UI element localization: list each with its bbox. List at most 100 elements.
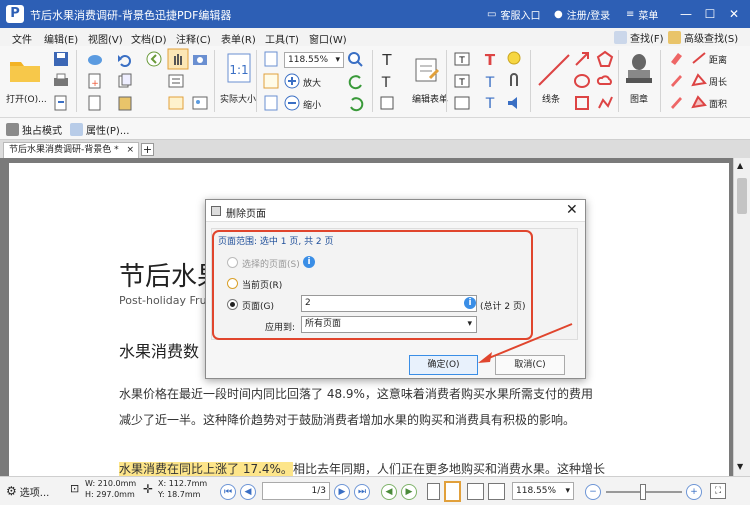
print-icon[interactable]: [52, 72, 70, 90]
edit-form-icon[interactable]: [413, 56, 441, 84]
facing-view-icon[interactable]: [467, 483, 484, 500]
minimize-button[interactable]: —: [676, 4, 696, 24]
menu-window[interactable]: 窗口(W): [309, 31, 347, 46]
distance-icon[interactable]: [691, 51, 707, 65]
save-icon[interactable]: [52, 50, 70, 68]
fit-visible-icon[interactable]: [262, 94, 280, 112]
underline-icon[interactable]: T: [481, 94, 499, 112]
highlight-icon[interactable]: [668, 94, 684, 110]
rotate-counterclockwise-icon[interactable]: [347, 95, 365, 113]
text-field-icon[interactable]: T: [453, 50, 471, 68]
ellipse-tool-icon[interactable]: [573, 72, 591, 90]
distance-label[interactable]: 距离: [709, 53, 727, 66]
ok-button[interactable]: 确定(O): [409, 355, 478, 375]
polyline-tool-icon[interactable]: [596, 94, 614, 112]
zoom-select[interactable]: 118.55% ▾: [284, 52, 344, 68]
line-label[interactable]: 线条: [542, 92, 560, 105]
strikeout-icon[interactable]: T: [481, 72, 499, 90]
stamp-label[interactable]: 图章: [630, 92, 648, 105]
menu-tools[interactable]: 工具(T): [265, 31, 299, 46]
zoom-status-select[interactable]: 118.55% ▾: [512, 482, 574, 500]
close-window-button[interactable]: ✕: [724, 4, 744, 24]
zoom-in-icon[interactable]: [284, 73, 300, 89]
zoom-slider-thumb[interactable]: [640, 484, 646, 500]
select-image-icon[interactable]: [167, 94, 185, 112]
area-label[interactable]: 面积: [709, 97, 727, 110]
forward-view-button[interactable]: ▶: [401, 484, 417, 500]
login-button[interactable]: ● 注册/登录: [554, 7, 610, 22]
back-icon[interactable]: [145, 50, 163, 68]
rotate-clockwise-icon[interactable]: [347, 73, 365, 91]
scrollbar-thumb[interactable]: [737, 178, 747, 214]
zoom-in-label[interactable]: 放大: [303, 76, 321, 89]
arrow-tool-icon[interactable]: [573, 50, 591, 68]
page-number-input[interactable]: 1/3: [262, 482, 330, 500]
menu-comment[interactable]: 注释(C): [176, 31, 211, 46]
menu-button[interactable]: ≡ 菜单: [626, 7, 658, 22]
zoom-in-status-button[interactable]: +: [686, 484, 702, 500]
area-icon[interactable]: [691, 95, 707, 109]
add-tab-button[interactable]: +: [141, 143, 154, 156]
back-view-button[interactable]: ◀: [381, 484, 397, 500]
menu-form[interactable]: 表单(R): [221, 31, 256, 46]
menu-edit[interactable]: 编辑(E): [44, 31, 78, 46]
paste-icon[interactable]: [116, 94, 134, 112]
actual-size-icon[interactable]: 1:1: [226, 52, 252, 84]
options-button[interactable]: ⚙ 选项...: [6, 483, 49, 499]
find-button[interactable]: 查找(F): [614, 29, 664, 45]
perimeter-label[interactable]: 周长: [709, 75, 727, 88]
document-icon[interactable]: [86, 94, 104, 112]
last-page-button[interactable]: ⏭: [354, 484, 370, 500]
dialog-close-button[interactable]: ✕: [566, 202, 578, 218]
tab-document[interactable]: 节后水果消费调研-背景色 * ×: [3, 142, 139, 158]
export-icon[interactable]: [52, 94, 70, 112]
eraser-icon[interactable]: [668, 50, 684, 66]
zoom-out-icon[interactable]: [284, 95, 300, 111]
previous-page-button[interactable]: ◀: [240, 484, 256, 500]
rectangle-tool-icon[interactable]: [573, 94, 591, 112]
actual-size-label[interactable]: 实际大小: [220, 92, 256, 105]
cloud-shape-icon[interactable]: [596, 72, 614, 90]
fullscreen-icon[interactable]: ⛶: [710, 483, 726, 499]
continuous-view-icon[interactable]: [444, 481, 461, 502]
edit-object-icon[interactable]: [378, 94, 396, 112]
pencil-icon[interactable]: [668, 72, 684, 88]
stamp-icon[interactable]: [624, 52, 654, 86]
maximize-button[interactable]: ☐: [700, 4, 720, 24]
customer-service-button[interactable]: ▭ 客服入口: [487, 7, 540, 22]
zoom-out-label[interactable]: 缩小: [303, 98, 321, 111]
zoom-out-status-button[interactable]: −: [585, 484, 601, 500]
text-box-icon[interactable]: T: [453, 72, 471, 90]
edit-image-icon[interactable]: [191, 94, 209, 112]
callout-icon[interactable]: [453, 94, 471, 112]
scroll-down-icon[interactable]: ▼: [737, 462, 743, 471]
note-icon[interactable]: [505, 50, 523, 68]
first-page-button[interactable]: ⏮: [220, 484, 236, 500]
single-page-view-icon[interactable]: [427, 483, 440, 500]
line-tool-icon[interactable]: [536, 52, 572, 88]
menu-document[interactable]: 文档(D): [131, 31, 167, 46]
copy-icon[interactable]: [116, 72, 134, 90]
add-text-icon[interactable]: T: [378, 72, 396, 90]
text-tool-icon[interactable]: T: [378, 50, 396, 68]
close-tab-icon[interactable]: ×: [126, 143, 134, 157]
snapshot-icon[interactable]: [191, 50, 209, 68]
open-folder-icon[interactable]: [8, 54, 42, 84]
advanced-find-button[interactable]: 高级查找(S): [668, 29, 738, 45]
fit-width-icon[interactable]: [262, 72, 280, 90]
attachment-icon[interactable]: [505, 72, 523, 90]
sound-icon[interactable]: [505, 94, 523, 112]
select-text-icon[interactable]: [167, 72, 185, 90]
new-document-icon[interactable]: +: [86, 72, 104, 90]
perimeter-icon[interactable]: [691, 73, 707, 87]
menu-view[interactable]: 视图(V): [88, 31, 123, 46]
next-page-button[interactable]: ▶: [334, 484, 350, 500]
exclusive-mode-button[interactable]: 独占模式: [6, 121, 62, 137]
scroll-up-icon[interactable]: ▲: [737, 161, 743, 170]
hand-tool-icon[interactable]: [167, 48, 189, 70]
vertical-scrollbar[interactable]: ▲ ▼: [733, 158, 750, 476]
zoom-tool-icon[interactable]: [346, 50, 364, 68]
open-button-label[interactable]: 打开(O)...: [6, 92, 47, 105]
edit-form-label[interactable]: 编辑表单: [412, 92, 448, 105]
fit-page-icon[interactable]: [262, 50, 280, 68]
